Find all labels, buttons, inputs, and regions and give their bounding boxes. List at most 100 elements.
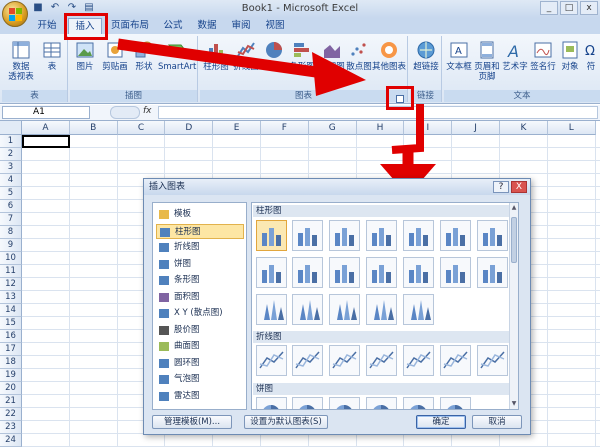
hyperlink-button[interactable]: 超链接	[412, 40, 440, 72]
wordart-button[interactable]: A 艺术字	[502, 40, 528, 72]
shapes-button[interactable]: 形状	[132, 40, 156, 72]
chart-category-list[interactable]: 模板 柱形图 折线图 饼图 条形图 面积图 X Y (散点图) 股价图 曲面图 圆环图 气泡图 雷达图	[152, 202, 247, 410]
line-subtype-thumbnail[interactable]	[366, 345, 397, 376]
line-subtype-thumbnail[interactable]	[477, 345, 508, 376]
row-header[interactable]: 12	[0, 278, 22, 291]
category-item[interactable]: 雷达图	[156, 389, 244, 404]
pie-subtype-thumbnail[interactable]	[440, 397, 471, 409]
scatter-chart-button[interactable]: 散点图	[346, 40, 372, 72]
row-header[interactable]: 18	[0, 356, 22, 369]
row-header[interactable]: 11	[0, 265, 22, 278]
row-header[interactable]: 23	[0, 421, 22, 434]
category-item[interactable]: 柱形图	[156, 223, 244, 239]
row-header[interactable]: 17	[0, 343, 22, 356]
pie-subtype-thumbnail[interactable]	[366, 397, 397, 409]
column-header[interactable]: I	[404, 121, 453, 135]
row-header[interactable]: 1	[0, 135, 22, 148]
category-item[interactable]: 圆环图	[156, 356, 244, 371]
row-header[interactable]: 22	[0, 408, 22, 421]
header-footer-button[interactable]: 页眉和 页脚	[474, 40, 500, 82]
column-subtype-thumbnail[interactable]	[256, 257, 287, 288]
category-item[interactable]: 面积图	[156, 290, 244, 305]
signature-line-button[interactable]: 签名行	[530, 40, 556, 72]
scroll-up-icon[interactable]: ▲	[510, 203, 518, 213]
area-chart-button[interactable]: 面积图	[318, 40, 346, 72]
dialog-launcher-icon[interactable]	[396, 95, 404, 103]
column-subtype-thumbnail[interactable]	[292, 257, 323, 288]
row-header[interactable]: 6	[0, 200, 22, 213]
pie-chart-button[interactable]: 饼图	[262, 40, 286, 72]
row-header[interactable]: 9	[0, 239, 22, 252]
tab-data[interactable]: 数据	[192, 18, 222, 34]
tab-review[interactable]: 审阅	[226, 18, 256, 34]
category-item[interactable]: 饼图	[156, 257, 244, 272]
row-header[interactable]: 8	[0, 226, 22, 239]
cone-subtype-thumbnail[interactable]	[256, 294, 287, 325]
ok-button[interactable]: 确定	[416, 415, 466, 429]
cone-subtype-thumbnail[interactable]	[292, 294, 323, 325]
pie-subtype-thumbnail[interactable]	[256, 397, 287, 409]
row-header[interactable]: 13	[0, 291, 22, 304]
select-all-corner[interactable]	[0, 121, 22, 135]
row-header[interactable]: 3	[0, 161, 22, 174]
line-subtype-thumbnail[interactable]	[440, 345, 471, 376]
category-item[interactable]: 气泡图	[156, 372, 244, 387]
column-header[interactable]: F	[261, 121, 309, 135]
pie-subtype-thumbnail[interactable]	[403, 397, 434, 409]
column-subtype-thumbnail[interactable]	[440, 220, 471, 251]
fx-icon[interactable]: fx	[143, 106, 152, 116]
row-header[interactable]: 24	[0, 434, 22, 447]
office-button[interactable]	[2, 1, 28, 27]
row-header[interactable]: 21	[0, 395, 22, 408]
row-header[interactable]: 4	[0, 174, 22, 187]
column-subtype-thumbnail[interactable]	[256, 220, 287, 251]
object-button[interactable]: 对象	[558, 40, 582, 72]
name-box[interactable]: A1	[2, 106, 90, 119]
line-subtype-thumbnail[interactable]	[256, 345, 287, 376]
scroll-down-icon[interactable]: ▼	[510, 399, 518, 409]
tab-page-layout[interactable]: 页面布局	[106, 18, 154, 34]
active-cell-a1[interactable]	[22, 135, 70, 148]
picture-button[interactable]: 图片	[72, 40, 98, 72]
text-box-button[interactable]: A 文本框	[446, 40, 472, 72]
column-header[interactable]: C	[117, 121, 166, 135]
chart-subtype-gallery[interactable]: 柱形图 折线图 饼图 ▲ ▼	[251, 202, 519, 410]
row-header[interactable]: 14	[0, 304, 22, 317]
formula-input[interactable]	[158, 106, 598, 119]
column-subtype-thumbnail[interactable]	[329, 220, 360, 251]
column-header[interactable]: L	[547, 121, 596, 135]
tab-view[interactable]: 视图	[260, 18, 290, 34]
cancel-button[interactable]: 取消	[472, 415, 522, 429]
maximize-icon[interactable]: □	[560, 1, 578, 15]
symbol-button[interactable]: Ω 符	[584, 40, 598, 72]
row-header[interactable]: 5	[0, 187, 22, 200]
smartart-button[interactable]: SmartArt	[158, 40, 196, 72]
column-subtype-thumbnail[interactable]	[403, 220, 434, 251]
column-header[interactable]: H	[356, 121, 405, 135]
set-default-chart-button[interactable]: 设置为默认图表(S)	[244, 415, 328, 429]
scroll-thumb[interactable]	[511, 217, 517, 263]
other-charts-button[interactable]: 其他图表	[372, 40, 406, 72]
dialog-close-button[interactable]: X	[511, 181, 527, 193]
cone-subtype-thumbnail[interactable]	[366, 294, 397, 325]
row-header[interactable]: 16	[0, 330, 22, 343]
row-header[interactable]: 7	[0, 213, 22, 226]
column-header[interactable]: B	[69, 121, 118, 135]
column-subtype-thumbnail[interactable]	[366, 220, 397, 251]
column-subtype-thumbnail[interactable]	[440, 257, 471, 288]
column-header[interactable]: D	[165, 121, 214, 135]
column-subtype-thumbnail[interactable]	[366, 257, 397, 288]
line-chart-button[interactable]: 折线图	[232, 40, 260, 72]
column-chart-button[interactable]: 柱形图	[202, 40, 230, 72]
column-header[interactable]: A	[22, 121, 70, 135]
category-item[interactable]: 模板	[156, 207, 244, 222]
column-subtype-thumbnail[interactable]	[477, 257, 508, 288]
row-header[interactable]: 15	[0, 317, 22, 330]
category-item[interactable]: 条形图	[156, 273, 244, 288]
column-subtype-thumbnail[interactable]	[403, 257, 434, 288]
manage-templates-button[interactable]: 管理模板(M)...	[152, 415, 232, 429]
pie-subtype-thumbnail[interactable]	[329, 397, 360, 409]
close-icon[interactable]: x	[580, 1, 598, 15]
row-header[interactable]: 2	[0, 148, 22, 161]
column-subtype-thumbnail[interactable]	[329, 257, 360, 288]
